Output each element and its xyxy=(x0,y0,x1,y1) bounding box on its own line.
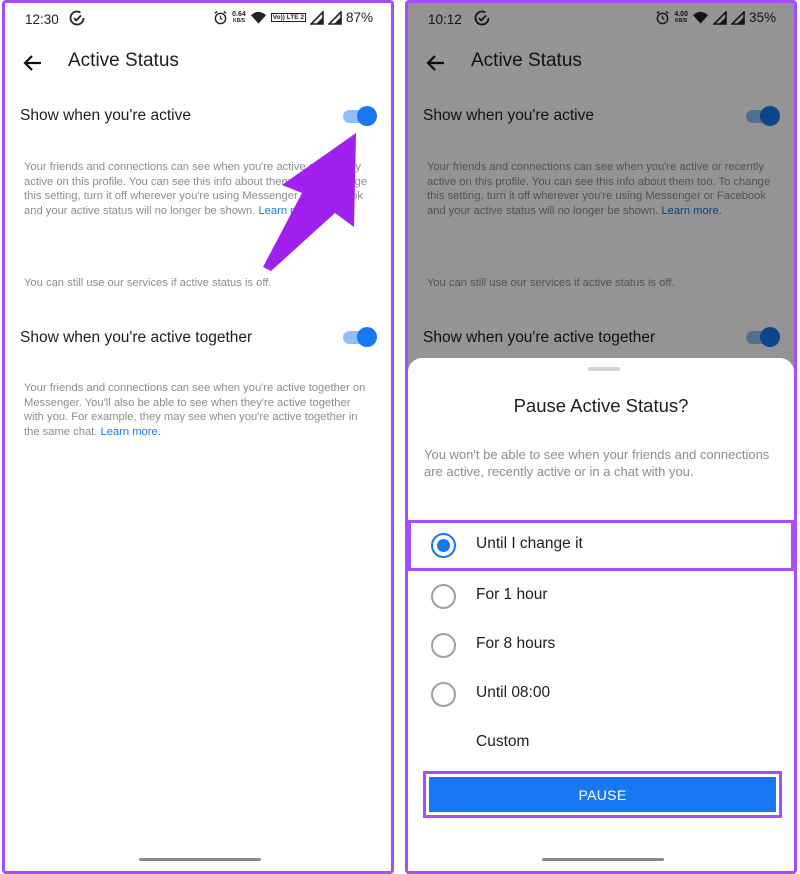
sheet-drag-handle[interactable] xyxy=(588,367,620,371)
pause-button-highlight: PAUSE xyxy=(423,771,782,818)
back-arrow-icon[interactable] xyxy=(21,51,45,75)
home-indicator-right xyxy=(542,858,664,861)
setting-description-active-together: Your friends and connections can see whe… xyxy=(24,382,366,438)
lte-badge: Vo)) LTE 2 xyxy=(270,13,306,22)
page-title: Active Status xyxy=(68,50,179,71)
status-time: 12:30 xyxy=(25,12,59,27)
option-custom[interactable]: Custom xyxy=(408,718,794,766)
signal-icon xyxy=(309,10,324,25)
signal-icon-2 xyxy=(327,10,342,25)
status-icons: 0.64 KB/S Vo)) LTE 2 87% xyxy=(213,10,373,25)
radio-icon[interactable] xyxy=(431,584,456,609)
radio-icon[interactable] xyxy=(431,633,456,658)
status-bar: 12:30 0.64 KB/S Vo)) LTE 2 87% xyxy=(5,9,391,31)
network-speed: 0.64 KB/S xyxy=(232,10,246,24)
option-for-8-hours[interactable]: For 8 hours xyxy=(408,620,794,668)
setting-title-active-together: Show when you're active together xyxy=(20,329,253,346)
radio-selected-icon[interactable] xyxy=(431,533,456,558)
option-until-0800[interactable]: Until 08:00 xyxy=(408,669,794,717)
page-header: Active Status xyxy=(5,47,391,79)
right-phone-screen: 10:12 4.00 KB/S 35% Active Status Show w… xyxy=(405,0,797,874)
toggle-show-active-together[interactable] xyxy=(343,327,377,347)
status-note: You can still use our services if active… xyxy=(24,277,272,289)
setting-title-active: Show when you're active xyxy=(20,107,191,124)
annotation-arrow-icon xyxy=(263,133,356,271)
left-phone-screen: 12:30 0.64 KB/S Vo)) LTE 2 87% Active St… xyxy=(2,0,394,874)
sheet-description: You won't be able to see when your frien… xyxy=(424,447,770,480)
alarm-icon xyxy=(214,10,227,25)
wifi-icon xyxy=(250,11,266,24)
pause-bottom-sheet: Pause Active Status? You won't be able t… xyxy=(408,358,794,871)
home-indicator xyxy=(139,858,261,861)
pause-button[interactable]: PAUSE xyxy=(429,777,776,812)
option-until-i-change-it[interactable]: Until I change it xyxy=(408,520,794,571)
battery-percent: 87% xyxy=(345,10,373,25)
sheet-title: Pause Active Status? xyxy=(513,395,689,416)
option-for-1-hour[interactable]: For 1 hour xyxy=(408,571,794,619)
check-circle-icon xyxy=(69,10,85,26)
radio-icon[interactable] xyxy=(431,682,456,707)
learn-more-link-2[interactable]: Learn more. xyxy=(101,426,161,438)
